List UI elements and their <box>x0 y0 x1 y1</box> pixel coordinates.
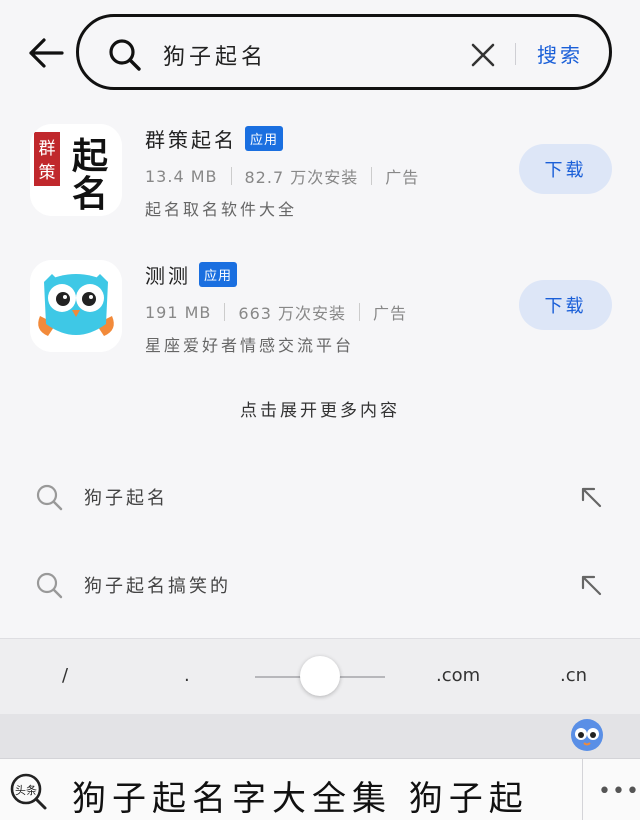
app-name: 群策起名 <box>145 128 237 152</box>
meta-divider <box>371 167 373 185</box>
svg-text:起: 起 <box>72 135 109 177</box>
search-divider <box>515 43 516 65</box>
search-button[interactable]: 搜索 <box>537 39 583 68</box>
owl-icon <box>30 260 122 352</box>
clear-icon[interactable] <box>469 41 497 69</box>
keyboard-shortcut-bar: / . .com .cn <box>0 638 640 714</box>
svg-text:名: 名 <box>72 173 108 215</box>
key-dot-cn[interactable]: .cn <box>560 665 587 686</box>
back-arrow-icon[interactable] <box>26 36 66 70</box>
meta-divider <box>359 303 361 321</box>
download-button[interactable]: 下载 <box>519 144 612 194</box>
meta-divider <box>230 167 232 185</box>
suggestion-text: 狗子起名搞笑的 <box>84 576 231 597</box>
app-installs: 82.7 万次安装 <box>244 168 359 187</box>
search-icon <box>36 484 63 511</box>
qunce-calligraphy-icon: 群 策 起 名 <box>30 124 122 216</box>
app-size: 191 MB <box>145 302 212 322</box>
cursor-slider-knob[interactable] <box>300 656 340 696</box>
candidate-divider <box>582 759 583 820</box>
app-meta: 191 MB 663 万次安装 广告 <box>145 300 407 324</box>
search-icon <box>109 39 141 71</box>
download-button[interactable]: 下载 <box>519 280 612 330</box>
key-slash[interactable]: / <box>62 665 68 686</box>
keyboard-toolbar <box>0 714 640 758</box>
meta-divider <box>224 303 226 321</box>
app-description: 星座爱好者情感交流平台 <box>145 336 355 355</box>
key-dot[interactable]: . <box>184 665 190 686</box>
ad-tag: 广告 <box>373 304 408 323</box>
app-meta: 13.4 MB 82.7 万次安装 广告 <box>145 164 419 188</box>
app-description: 起名取名软件大全 <box>145 200 298 219</box>
keyboard-mascot-icon[interactable] <box>570 718 604 752</box>
suggestion-text: 狗子起名 <box>84 488 168 509</box>
search-box[interactable]: 狗子起名 搜索 <box>76 14 612 90</box>
app-title-line: 群策起名 应用 <box>145 124 284 153</box>
app-result-row[interactable]: 测测 应用 191 MB 663 万次安装 广告 星座爱好者情感交流平台 下载 <box>0 260 640 380</box>
fill-query-arrow-icon[interactable] <box>578 572 604 598</box>
candidate-bar: 头条 狗子起名字大全集 狗子起 ••• <box>0 758 640 820</box>
search-icon <box>36 572 63 599</box>
app-result-row[interactable]: 群 策 起 名 群策起名 应用 13.4 MB 82.7 万次安装 广告 起名取… <box>0 124 640 244</box>
toutiao-search-icon[interactable]: 头条 <box>8 771 48 811</box>
svg-text:策: 策 <box>39 163 56 183</box>
search-header: 狗子起名 搜索 <box>0 0 640 100</box>
app-badge: 应用 <box>245 126 284 151</box>
ad-tag: 广告 <box>385 168 420 187</box>
suggestion-item[interactable]: 狗子起名搞笑的 <box>0 556 640 616</box>
search-input[interactable]: 狗子起名 <box>163 39 267 71</box>
app-size: 13.4 MB <box>145 166 218 186</box>
app-badge: 应用 <box>199 262 238 287</box>
fill-query-arrow-icon[interactable] <box>578 484 604 510</box>
key-dot-com[interactable]: .com <box>436 665 480 686</box>
suggestion-item[interactable]: 狗子起名 <box>0 468 640 528</box>
app-installs: 663 万次安装 <box>238 304 347 323</box>
app-name: 测测 <box>145 264 191 288</box>
expand-more-link[interactable]: 点击展开更多内容 <box>0 396 640 421</box>
toutiao-logo-text: 头条 <box>15 783 37 797</box>
svg-text:群: 群 <box>39 139 56 159</box>
more-candidates-icon[interactable]: ••• <box>598 779 640 804</box>
candidate-suggestion[interactable]: 狗子起名字大全集 狗子起 <box>72 771 529 820</box>
app-title-line: 测测 应用 <box>145 260 238 289</box>
